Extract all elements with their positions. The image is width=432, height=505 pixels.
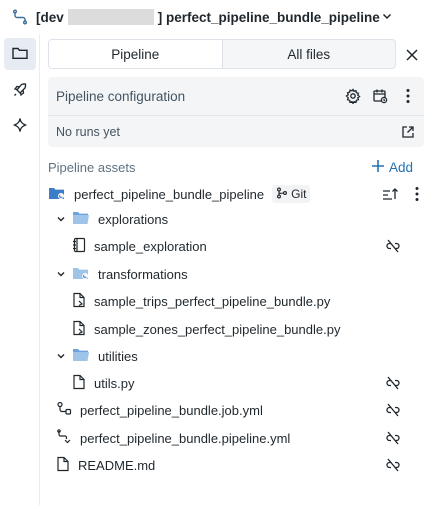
tree-item-label: sample_trips_perfect_pipeline_bundle.py xyxy=(94,293,331,309)
view-tabs: Pipeline All files xyxy=(48,39,396,69)
tree-file-pipeline-yml[interactable]: perfect_pipeline_bundle.pipeline.yml xyxy=(56,427,290,449)
tab-pipeline[interactable]: Pipeline xyxy=(49,40,223,68)
sparkle-icon xyxy=(12,117,28,136)
pipeline-assets-label: Pipeline assets xyxy=(48,160,136,175)
pipeline-title-suffix: ] perfect_pipeline_bundle_pipeline xyxy=(157,9,380,25)
tree-item-label: sample_zones_perfect_pipeline_bundle.py xyxy=(94,321,341,337)
rocket-icon xyxy=(12,82,28,101)
add-asset-button[interactable]: Add xyxy=(371,158,413,176)
settings-gear-icon[interactable] xyxy=(343,86,363,106)
folder-open-icon xyxy=(72,211,90,228)
rail-rocket-button[interactable] xyxy=(4,75,36,107)
tree-file-utils[interactable]: utils.py xyxy=(72,372,134,394)
tree-file-job-yml[interactable]: perfect_pipeline_bundle.job.yml xyxy=(56,399,263,421)
tree-item-label: utils.py xyxy=(94,375,135,391)
rail-assistant-button[interactable] xyxy=(4,110,36,142)
chevron-down-icon xyxy=(54,267,68,281)
file-icon xyxy=(56,456,70,475)
unlink-icon[interactable] xyxy=(384,429,402,447)
pipeline-title-prefix: [dev xyxy=(36,9,64,25)
folder-icon xyxy=(11,44,29,65)
tree-item-label: perfect_pipeline_bundle.job.yml xyxy=(80,402,263,418)
tree-item-label: transformations xyxy=(98,266,188,282)
git-badge[interactable]: Git xyxy=(272,185,311,203)
tree-file-sample-zones[interactable]: sample_zones_perfect_pipeline_bundle.py xyxy=(72,318,340,340)
chevron-down-icon xyxy=(54,212,68,226)
tree-root-label: perfect_pipeline_bundle_pipeline xyxy=(74,186,265,202)
redacted-username xyxy=(67,9,154,25)
left-rail xyxy=(0,34,40,505)
git-branch-icon xyxy=(276,187,288,202)
tree-item-label: explorations xyxy=(98,211,169,227)
tree-item-label: utilities xyxy=(98,348,138,364)
sort-icon[interactable] xyxy=(380,184,400,204)
unlink-icon[interactable] xyxy=(384,456,402,474)
tree-folder-transformations[interactable]: transformations xyxy=(54,263,188,285)
tree-root-row[interactable]: perfect_pipeline_bundle_pipeline Git xyxy=(48,183,311,205)
python-file-icon xyxy=(72,320,86,339)
plus-icon xyxy=(371,159,385,176)
add-asset-label: Add xyxy=(389,159,414,175)
pipeline-folder-icon xyxy=(72,265,90,284)
tree-item-label: sample_exploration xyxy=(94,238,207,254)
folder-open-icon xyxy=(72,348,90,365)
unlink-icon[interactable] xyxy=(384,401,402,419)
pipeline-config-card: Pipeline configuration No runs yet xyxy=(48,77,424,147)
tree-file-sample-trips[interactable]: sample_trips_perfect_pipeline_bundle.py xyxy=(72,290,330,312)
chevron-down-icon xyxy=(54,349,68,363)
unlink-icon[interactable] xyxy=(384,374,402,392)
open-external-icon[interactable] xyxy=(398,122,418,142)
tree-file-readme[interactable]: README.md xyxy=(56,454,155,476)
chevron-down-icon[interactable] xyxy=(381,10,393,22)
run-status-text: No runs yet xyxy=(56,125,120,139)
pipeline-config-title: Pipeline configuration xyxy=(56,89,186,104)
pipeline-icon xyxy=(12,9,28,25)
tab-all-files[interactable]: All files xyxy=(223,40,396,68)
tree-file-sample-exploration[interactable]: sample_exploration xyxy=(72,235,207,257)
rail-folder-button[interactable] xyxy=(4,38,36,70)
schedule-icon[interactable] xyxy=(370,86,390,106)
close-icon[interactable] xyxy=(403,46,421,64)
pipeline-header: [dev ] perfect_pipeline_bundle_pipeline xyxy=(0,0,432,34)
more-vertical-icon[interactable] xyxy=(398,86,418,106)
tree-folder-explorations[interactable]: explorations xyxy=(54,208,168,230)
tree-item-label: README.md xyxy=(78,457,156,473)
pipeline-title[interactable]: [dev ] perfect_pipeline_bundle_pipeline xyxy=(36,9,380,25)
config-divider xyxy=(48,115,424,116)
unlink-icon[interactable] xyxy=(384,237,402,255)
tree-more-vertical-icon[interactable] xyxy=(407,184,427,204)
notebook-icon xyxy=(72,237,86,256)
python-file-icon xyxy=(72,292,86,311)
tree-item-label: perfect_pipeline_bundle.pipeline.yml xyxy=(80,430,291,446)
git-badge-label: Git xyxy=(291,187,307,201)
file-icon xyxy=(72,374,86,393)
pipeline-file-icon xyxy=(56,428,72,448)
tree-folder-utilities[interactable]: utilities xyxy=(54,345,138,367)
job-workflow-icon xyxy=(56,401,72,420)
pipeline-folder-icon xyxy=(48,185,66,204)
